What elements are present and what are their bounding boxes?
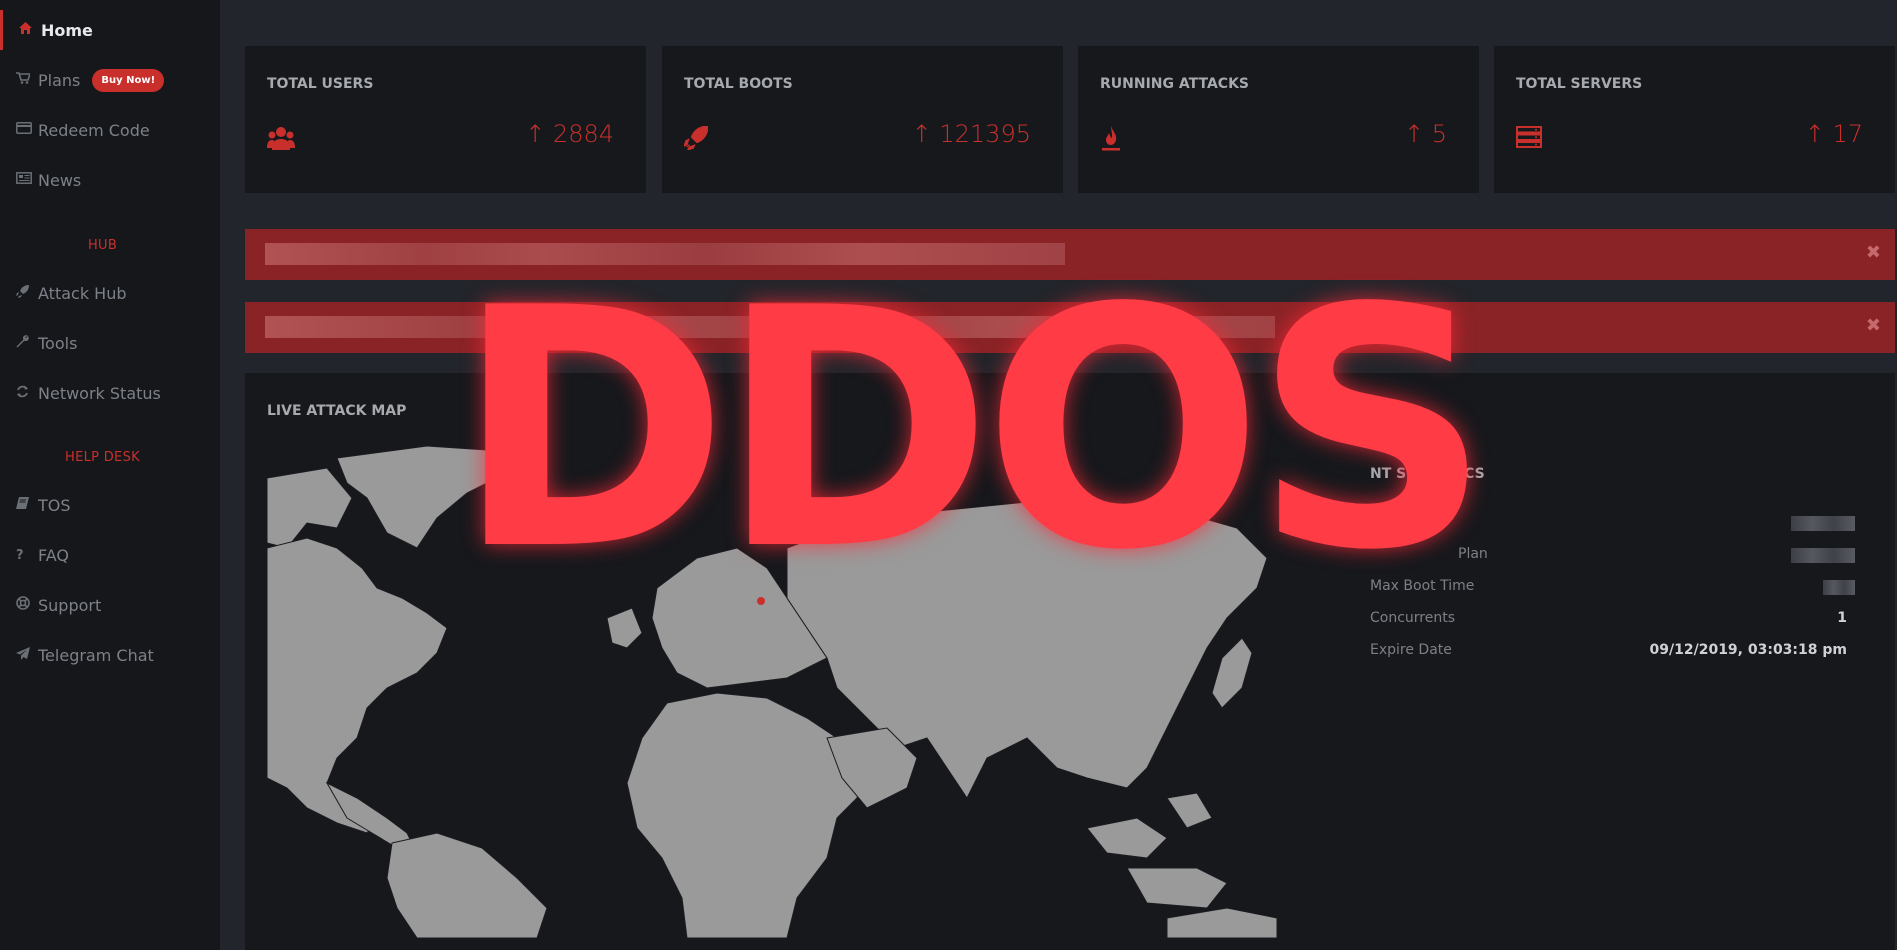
sidebar: Home Plans Buy Now! Redeem Code News HUB… [0, 0, 220, 950]
sidebar-item-redeem-code[interactable]: Redeem Code [0, 110, 220, 150]
sidebar-item-label: Support [38, 595, 102, 615]
card-value-number: 2884 [552, 120, 614, 148]
users-icon [267, 126, 295, 152]
question-icon: ? [16, 547, 24, 563]
home-icon [19, 22, 41, 38]
help-desk-section-label: HELP DESK [65, 450, 140, 465]
card-title: TOTAL BOOTS [684, 76, 793, 92]
total-boots-value: ↑ 121395 [911, 120, 1031, 148]
total-boots-card: TOTAL BOOTS ↑ 121395 [662, 46, 1063, 193]
redacted-value [1791, 548, 1855, 563]
card-value-number: 5 [1431, 120, 1447, 148]
credit-card-icon [16, 122, 38, 138]
close-icon[interactable]: ✖ [1866, 315, 1881, 336]
sidebar-item-label: TOS [38, 495, 71, 515]
sidebar-item-tools[interactable]: Tools [0, 323, 220, 363]
card-title: TOTAL USERS [267, 76, 374, 92]
card-value-number: 17 [1832, 120, 1863, 148]
book-icon [16, 497, 38, 513]
lifebuoy-icon [16, 596, 38, 614]
total-users-card: TOTAL USERS ↑ 2884 [245, 46, 646, 193]
sidebar-item-news[interactable]: News [0, 160, 220, 200]
redacted-value [1791, 516, 1855, 531]
rocket-icon [16, 284, 38, 302]
redacted-value [1823, 580, 1855, 595]
total-servers-card: TOTAL SERVERS ↑ 17 [1494, 46, 1895, 193]
sidebar-item-label: Telegram Chat [38, 645, 154, 665]
stat-row-expire-date: Expire Date 09/12/2019, 03:03:18 pm [1370, 642, 1855, 664]
server-icon [1516, 126, 1544, 152]
sidebar-item-label: Network Status [38, 383, 161, 403]
sidebar-item-faq[interactable]: ? FAQ [0, 535, 220, 575]
wrench-icon [16, 334, 38, 352]
panel-title: LIVE ATTACK MAP [267, 403, 407, 419]
cart-icon [16, 72, 38, 88]
running-attacks-value: ↑ 5 [1403, 120, 1447, 148]
sidebar-item-network-status[interactable]: Network Status [0, 373, 220, 413]
card-value-number: 121395 [939, 120, 1031, 148]
sidebar-item-tos[interactable]: TOS [0, 485, 220, 525]
sidebar-item-home[interactable]: Home [0, 10, 220, 50]
paper-plane-icon [16, 646, 38, 664]
sidebar-item-label: Tools [38, 333, 78, 353]
sidebar-item-plans[interactable]: Plans Buy Now! [0, 60, 220, 100]
fire-icon [1100, 126, 1128, 152]
card-title: TOTAL SERVERS [1516, 76, 1643, 92]
refresh-icon [16, 385, 38, 402]
card-title: RUNNING ATTACKS [1100, 76, 1249, 92]
sidebar-item-label: Home [41, 20, 93, 40]
buy-now-badge[interactable]: Buy Now! [92, 68, 165, 92]
total-servers-value: ↑ 17 [1804, 120, 1863, 148]
sidebar-item-label: FAQ [38, 545, 69, 565]
sidebar-item-label: Attack Hub [38, 283, 127, 303]
total-users-value: ↑ 2884 [525, 120, 614, 148]
newspaper-icon [16, 172, 38, 188]
stat-label: Expire Date [1370, 642, 1452, 658]
rocket-icon [683, 125, 712, 152]
hub-section-label: HUB [87, 238, 118, 253]
close-icon[interactable]: ✖ [1866, 242, 1881, 263]
ddos-overlay-text: DDOS [455, 238, 1491, 622]
sidebar-item-attack-hub[interactable]: Attack Hub [0, 273, 220, 313]
sidebar-item-label: Redeem Code [38, 120, 150, 140]
sidebar-item-label: News [38, 170, 82, 190]
sidebar-item-support[interactable]: Support [0, 585, 220, 625]
running-attacks-card: RUNNING ATTACKS ↑ 5 [1078, 46, 1479, 193]
sidebar-item-telegram-chat[interactable]: Telegram Chat [0, 635, 220, 675]
stat-value: 09/12/2019, 03:03:18 pm [1649, 642, 1847, 658]
stat-value: 1 [1837, 610, 1847, 626]
sidebar-item-label: Plans [38, 70, 81, 90]
